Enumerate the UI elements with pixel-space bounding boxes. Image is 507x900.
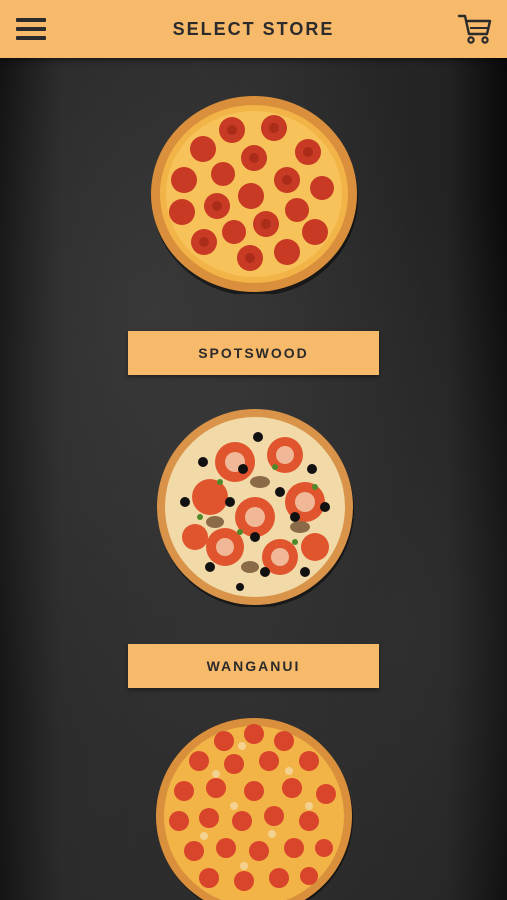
- store-button-wanganui[interactable]: WANGANUI: [128, 644, 379, 688]
- app-header: SELECT STORE: [0, 0, 507, 58]
- pepperoni-pizza-image[interactable]: [150, 94, 360, 294]
- shopping-cart-icon[interactable]: [457, 12, 493, 46]
- page-title: SELECT STORE: [172, 19, 335, 39]
- supreme-pizza-image[interactable]: [154, 716, 354, 900]
- store-button-spotswood[interactable]: SPOTSWOOD: [128, 331, 379, 375]
- vegetarian-pizza-image[interactable]: [155, 407, 355, 607]
